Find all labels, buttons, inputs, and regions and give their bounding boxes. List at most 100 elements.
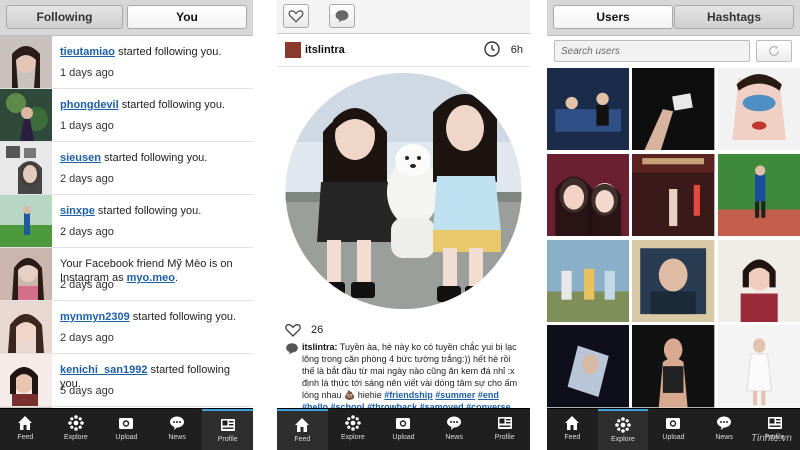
user-avatar[interactable]: [0, 142, 52, 194]
tab-label: News: [168, 434, 186, 441]
username-link[interactable]: mynmyn2309: [60, 311, 130, 323]
comment-bubble-icon: [286, 343, 298, 355]
hashtag-link[interactable]: #summer: [435, 390, 475, 400]
profile-card-icon: [497, 417, 512, 429]
username-link[interactable]: sieusen: [60, 152, 101, 164]
speech-bubble-icon: [447, 416, 462, 430]
grid-photo[interactable]: [547, 239, 630, 322]
post-caption: itslintra: Tuyền àa, hè này ko có tuyền …: [285, 341, 524, 413]
user-avatar[interactable]: [0, 89, 52, 141]
hashtag-link[interactable]: #friendship: [384, 390, 433, 400]
grid-photo[interactable]: [547, 153, 630, 237]
tab-label: Explore: [64, 434, 88, 441]
username-link[interactable]: sinxpe: [60, 205, 95, 217]
post-screen: itslintra 6h 26 itslintra: Tuyền àa, hè …: [277, 0, 530, 450]
tab-news[interactable]: News: [429, 409, 480, 450]
notification-text: started following you.: [100, 152, 208, 164]
tab-feed[interactable]: Feed: [277, 409, 328, 450]
tab-news[interactable]: News: [152, 409, 203, 450]
tab-explore[interactable]: Explore: [51, 409, 102, 450]
notification-text: started following you.: [129, 311, 237, 323]
grid-photo[interactable]: [717, 153, 800, 237]
search-input[interactable]: [554, 40, 750, 62]
timestamp: 2 days ago: [60, 279, 114, 291]
caption-author[interactable]: itslintra:: [302, 342, 338, 352]
tab-upload[interactable]: Upload: [101, 409, 152, 450]
tab-label: Upload: [392, 434, 415, 441]
divider: [277, 66, 530, 67]
username-link[interactable]: tieutamiao: [60, 46, 115, 58]
camera-icon: [396, 418, 411, 429]
grid-photo[interactable]: [547, 325, 630, 408]
timestamp: 2 days ago: [60, 173, 114, 185]
speech-bubble-icon: [170, 416, 185, 430]
username-link[interactable]: phongdevil: [60, 99, 119, 111]
users-hashtags-segment: Users Hashtags: [547, 0, 800, 36]
list-item[interactable]: tieutamiao started following you. 1 days…: [0, 36, 253, 89]
tab-upload[interactable]: Upload: [648, 409, 699, 450]
likes-count[interactable]: 26: [311, 324, 323, 336]
grid-photo[interactable]: [547, 68, 630, 151]
user-avatar[interactable]: [0, 195, 52, 247]
clock-icon: [484, 41, 500, 57]
home-icon: [18, 416, 33, 430]
list-item[interactable]: phongdevil started following you. 1 days…: [0, 89, 253, 142]
camera-icon: [666, 418, 681, 429]
post-header: itslintra 6h: [277, 36, 530, 66]
tab-feed[interactable]: Feed: [0, 409, 51, 450]
profile-card-icon: [220, 419, 235, 431]
user-avatar[interactable]: [0, 354, 52, 406]
user-avatar[interactable]: [0, 301, 52, 353]
user-avatar[interactable]: [0, 36, 52, 88]
tab-label: Explore: [341, 434, 365, 441]
grid-photo[interactable]: [632, 153, 715, 237]
segment-hashtags[interactable]: Hashtags: [674, 5, 794, 29]
segment-following[interactable]: Following: [6, 5, 123, 29]
list-item[interactable]: sinxpe started following you. 2 days ago: [0, 195, 253, 248]
list-item[interactable]: kenichi_san1992 started following you. 5…: [0, 354, 253, 407]
like-button[interactable]: [283, 4, 309, 28]
segment-users[interactable]: Users: [553, 5, 673, 29]
grid-photo[interactable]: [717, 325, 800, 408]
tab-profile[interactable]: Profile: [479, 409, 530, 450]
tab-feed[interactable]: Feed: [547, 409, 598, 450]
comment-button[interactable]: [329, 4, 355, 28]
grid-photo[interactable]: [717, 239, 800, 322]
tab-explore[interactable]: Explore: [597, 409, 649, 450]
tab-news[interactable]: News: [699, 409, 750, 450]
tab-label: Profile: [217, 436, 238, 443]
tab-label: Explore: [611, 436, 635, 443]
heart-outline-icon[interactable]: [285, 322, 301, 338]
tab-label: Feed: [294, 436, 311, 443]
tab-label: News: [715, 434, 733, 441]
timestamp: 2 days ago: [60, 226, 114, 238]
watermark: Tinhte.vn: [750, 433, 792, 444]
grid-photo[interactable]: [717, 68, 800, 151]
list-item[interactable]: mynmyn2309 started following you. 2 days…: [0, 301, 253, 354]
username-link[interactable]: myo.meo: [127, 272, 175, 284]
search-button[interactable]: [756, 40, 792, 62]
bottom-tab-bar: Feed Explore Upload News Profile: [0, 408, 253, 450]
tab-label: Feed: [564, 434, 581, 441]
tab-upload[interactable]: Upload: [378, 409, 429, 450]
explore-star-icon: [345, 415, 361, 431]
grid-photo[interactable]: [632, 68, 715, 151]
list-item[interactable]: Your Facebook friend Mỹ Mèo is on Instag…: [0, 248, 253, 301]
user-avatar[interactable]: [0, 248, 52, 300]
home-icon: [565, 416, 580, 430]
segment-you[interactable]: You: [127, 5, 247, 29]
tab-explore[interactable]: Explore: [328, 409, 379, 450]
list-item[interactable]: sieusen started following you. 2 days ag…: [0, 142, 253, 195]
bottom-tab-bar: Feed Explore Upload News Profile: [277, 408, 530, 450]
post-author-avatar[interactable]: [285, 42, 301, 58]
hashtag-link[interactable]: #end: [478, 390, 499, 400]
timestamp: 5 days ago: [60, 385, 114, 397]
speech-bubble-icon: [717, 416, 732, 430]
activity-list: tieutamiao started following you. 1 days…: [0, 36, 253, 408]
grid-photo[interactable]: [632, 239, 715, 322]
tab-profile[interactable]: Profile: [202, 409, 253, 450]
post-photo[interactable]: [283, 72, 524, 310]
username-link[interactable]: kenichi_san1992: [60, 364, 147, 376]
post-author-name[interactable]: itslintra: [305, 44, 345, 56]
grid-photo[interactable]: [632, 325, 715, 408]
